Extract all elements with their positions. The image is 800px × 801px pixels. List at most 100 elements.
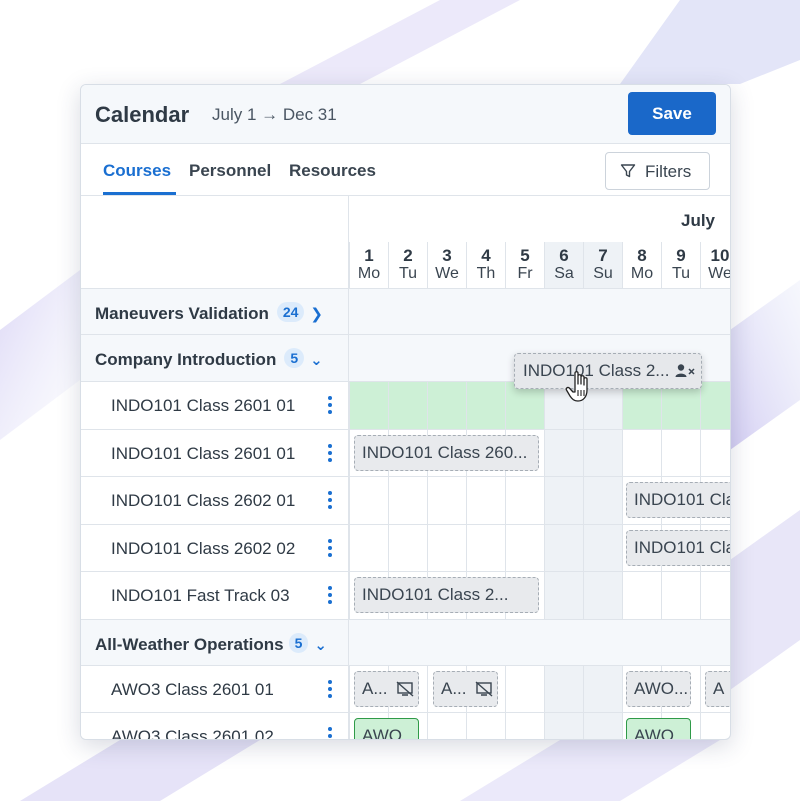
day-cell[interactable] (505, 525, 544, 571)
more-options-icon[interactable] (326, 586, 334, 606)
day-cell[interactable] (388, 477, 427, 524)
session-chip[interactable]: INDO101 Class 2... (354, 577, 539, 613)
day-header: 6 Sa (544, 242, 583, 289)
session-chip[interactable]: INDO101 Cla (626, 482, 730, 518)
chevron-down-icon[interactable]: ⌄ (314, 636, 327, 654)
group-name: Company Introduction (95, 350, 277, 369)
session-chip-label: A... (441, 679, 467, 698)
day-cell[interactable] (349, 382, 388, 429)
save-button[interactable]: Save (628, 92, 716, 135)
day-cell[interactable] (505, 477, 544, 524)
day-header: 5 Fr (505, 242, 544, 289)
row-label: INDO101 Class 2602 01 (81, 477, 349, 524)
chevron-down-icon[interactable]: ⌄ (310, 351, 323, 369)
day-cell[interactable] (427, 713, 466, 739)
session-chip[interactable]: AWO... (626, 671, 691, 707)
tab-personnel[interactable]: Personnel (189, 161, 271, 181)
group-name: Maneuvers Validation (95, 304, 269, 323)
session-chip[interactable]: A... (433, 671, 498, 707)
day-cell[interactable] (661, 572, 700, 619)
tab-resources[interactable]: Resources (289, 161, 376, 181)
day-cell[interactable] (583, 572, 622, 619)
course-title: INDO101 Class 2602 01 (111, 491, 296, 510)
course-row: INDO101 Class 2602 02 INDO101 Cla (81, 525, 730, 572)
chevron-right-icon[interactable]: ❯ (310, 305, 323, 323)
day-cell[interactable] (466, 525, 505, 571)
row-timeline[interactable]: INDO101 Cla (349, 477, 730, 524)
day-cell[interactable] (388, 525, 427, 571)
row-label: AWO3 Class 2601 02 (81, 713, 349, 739)
day-cell[interactable] (505, 382, 544, 429)
session-chip[interactable]: AWO (626, 718, 691, 739)
day-header: 9 Tu (661, 242, 700, 289)
day-cell[interactable] (544, 430, 583, 476)
day-number: 7 (598, 246, 608, 265)
day-cell[interactable] (700, 713, 730, 739)
group-timeline (349, 620, 730, 665)
day-cell[interactable] (583, 713, 622, 739)
row-timeline[interactable] (349, 382, 730, 429)
more-options-icon[interactable] (326, 680, 334, 700)
more-options-icon[interactable] (326, 396, 334, 416)
day-cell[interactable] (466, 713, 505, 739)
day-cell[interactable] (544, 477, 583, 524)
group-row-all-weather-operations[interactable]: All-Weather Operations 5 ⌄ (81, 620, 730, 666)
day-cell[interactable] (583, 430, 622, 476)
row-timeline[interactable]: A... A... AWO... A (349, 666, 730, 712)
more-options-icon[interactable] (326, 539, 334, 559)
day-cell[interactable] (544, 525, 583, 571)
day-of-week: Su (593, 265, 613, 282)
day-cell[interactable] (700, 382, 730, 429)
dragging-session-chip[interactable]: INDO101 Class 2... (514, 353, 702, 389)
more-options-icon[interactable] (326, 491, 334, 511)
day-cell[interactable] (622, 382, 661, 429)
tab-courses[interactable]: Courses (103, 161, 171, 181)
day-cell[interactable] (583, 477, 622, 524)
row-timeline[interactable]: INDO101 Cla (349, 525, 730, 571)
group-title: Company Introduction 5 ⌄ (95, 348, 323, 370)
group-name: All-Weather Operations (95, 635, 284, 654)
row-timeline[interactable]: INDO101 Class 260... (349, 430, 730, 476)
day-cell[interactable] (427, 477, 466, 524)
row-timeline[interactable]: AWO AWO (349, 713, 730, 739)
day-cell[interactable] (583, 666, 622, 712)
day-cell[interactable] (505, 666, 544, 712)
filters-button[interactable]: Filters (605, 152, 710, 190)
more-options-icon[interactable] (326, 727, 334, 739)
day-cell[interactable] (349, 477, 388, 524)
day-cell[interactable] (661, 430, 700, 476)
group-row-maneuvers[interactable]: Maneuvers Validation 24 ❯ (81, 289, 730, 335)
day-cell[interactable] (349, 525, 388, 571)
session-chip[interactable]: A (705, 671, 730, 707)
day-header: 2 Tu (388, 242, 427, 289)
session-chip[interactable]: A... (354, 671, 419, 707)
day-header: 10 We (700, 242, 730, 289)
day-cell[interactable] (427, 382, 466, 429)
day-cell[interactable] (622, 430, 661, 476)
day-of-week: Sa (554, 265, 574, 282)
day-cell[interactable] (544, 572, 583, 619)
day-cell[interactable] (583, 525, 622, 571)
day-cell[interactable] (466, 382, 505, 429)
row-timeline[interactable]: INDO101 Class 2... (349, 572, 730, 619)
person-remove-icon (675, 364, 695, 377)
session-chip[interactable]: INDO101 Cla (626, 530, 730, 566)
day-cell[interactable] (427, 525, 466, 571)
day-cell[interactable] (700, 430, 730, 476)
day-cell[interactable] (388, 382, 427, 429)
day-cell[interactable] (466, 477, 505, 524)
session-chip[interactable]: INDO101 Class 260... (354, 435, 539, 471)
more-options-icon[interactable] (326, 444, 334, 464)
day-cell[interactable] (505, 713, 544, 739)
day-cell[interactable] (661, 382, 700, 429)
day-cell[interactable] (700, 572, 730, 619)
day-header: 4 Th (466, 242, 505, 289)
session-chip[interactable]: AWO (354, 718, 419, 739)
day-cell[interactable] (544, 666, 583, 712)
filter-icon (620, 164, 636, 178)
day-cell[interactable] (544, 713, 583, 739)
group-title: Maneuvers Validation 24 ❯ (95, 302, 323, 324)
count-badge: 24 (276, 302, 305, 322)
day-cell[interactable] (622, 572, 661, 619)
day-number: 4 (481, 246, 491, 265)
